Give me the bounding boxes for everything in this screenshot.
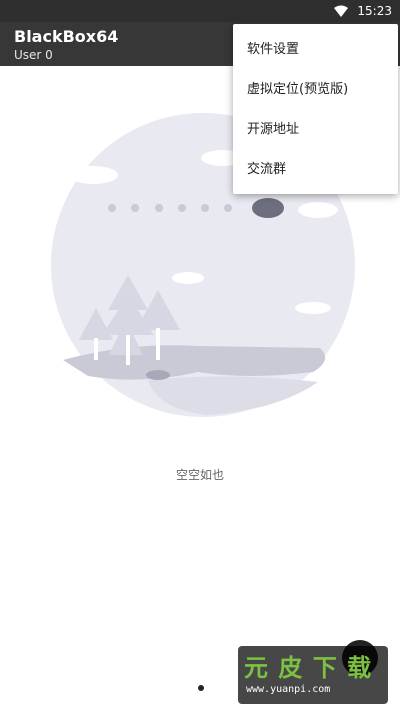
status-bar: 15:23 <box>0 0 400 22</box>
wifi-icon <box>334 5 348 17</box>
app-title: BlackBox64 <box>14 27 119 46</box>
menu-item-settings[interactable]: 软件设置 <box>233 30 398 70</box>
user-label: User 0 <box>14 48 53 62</box>
menu-item-virtual-location[interactable]: 虚拟定位(预览版) <box>233 70 398 110</box>
page-indicator-dot <box>198 685 204 691</box>
watermark-url: www.yuanpi.com <box>246 684 331 695</box>
overflow-menu: 软件设置 虚拟定位(预览版) 开源地址 交流群 <box>233 24 398 194</box>
empty-state-message: 空空如也 <box>175 468 224 482</box>
watermark: 元 皮 下 载 www.yuanpi.com <box>238 646 388 704</box>
watermark-logo: 元 皮 下 载 <box>244 654 373 682</box>
menu-item-source-code[interactable]: 开源地址 <box>233 110 398 150</box>
status-time: 15:23 <box>357 4 392 18</box>
menu-item-community-group[interactable]: 交流群 <box>233 150 398 190</box>
